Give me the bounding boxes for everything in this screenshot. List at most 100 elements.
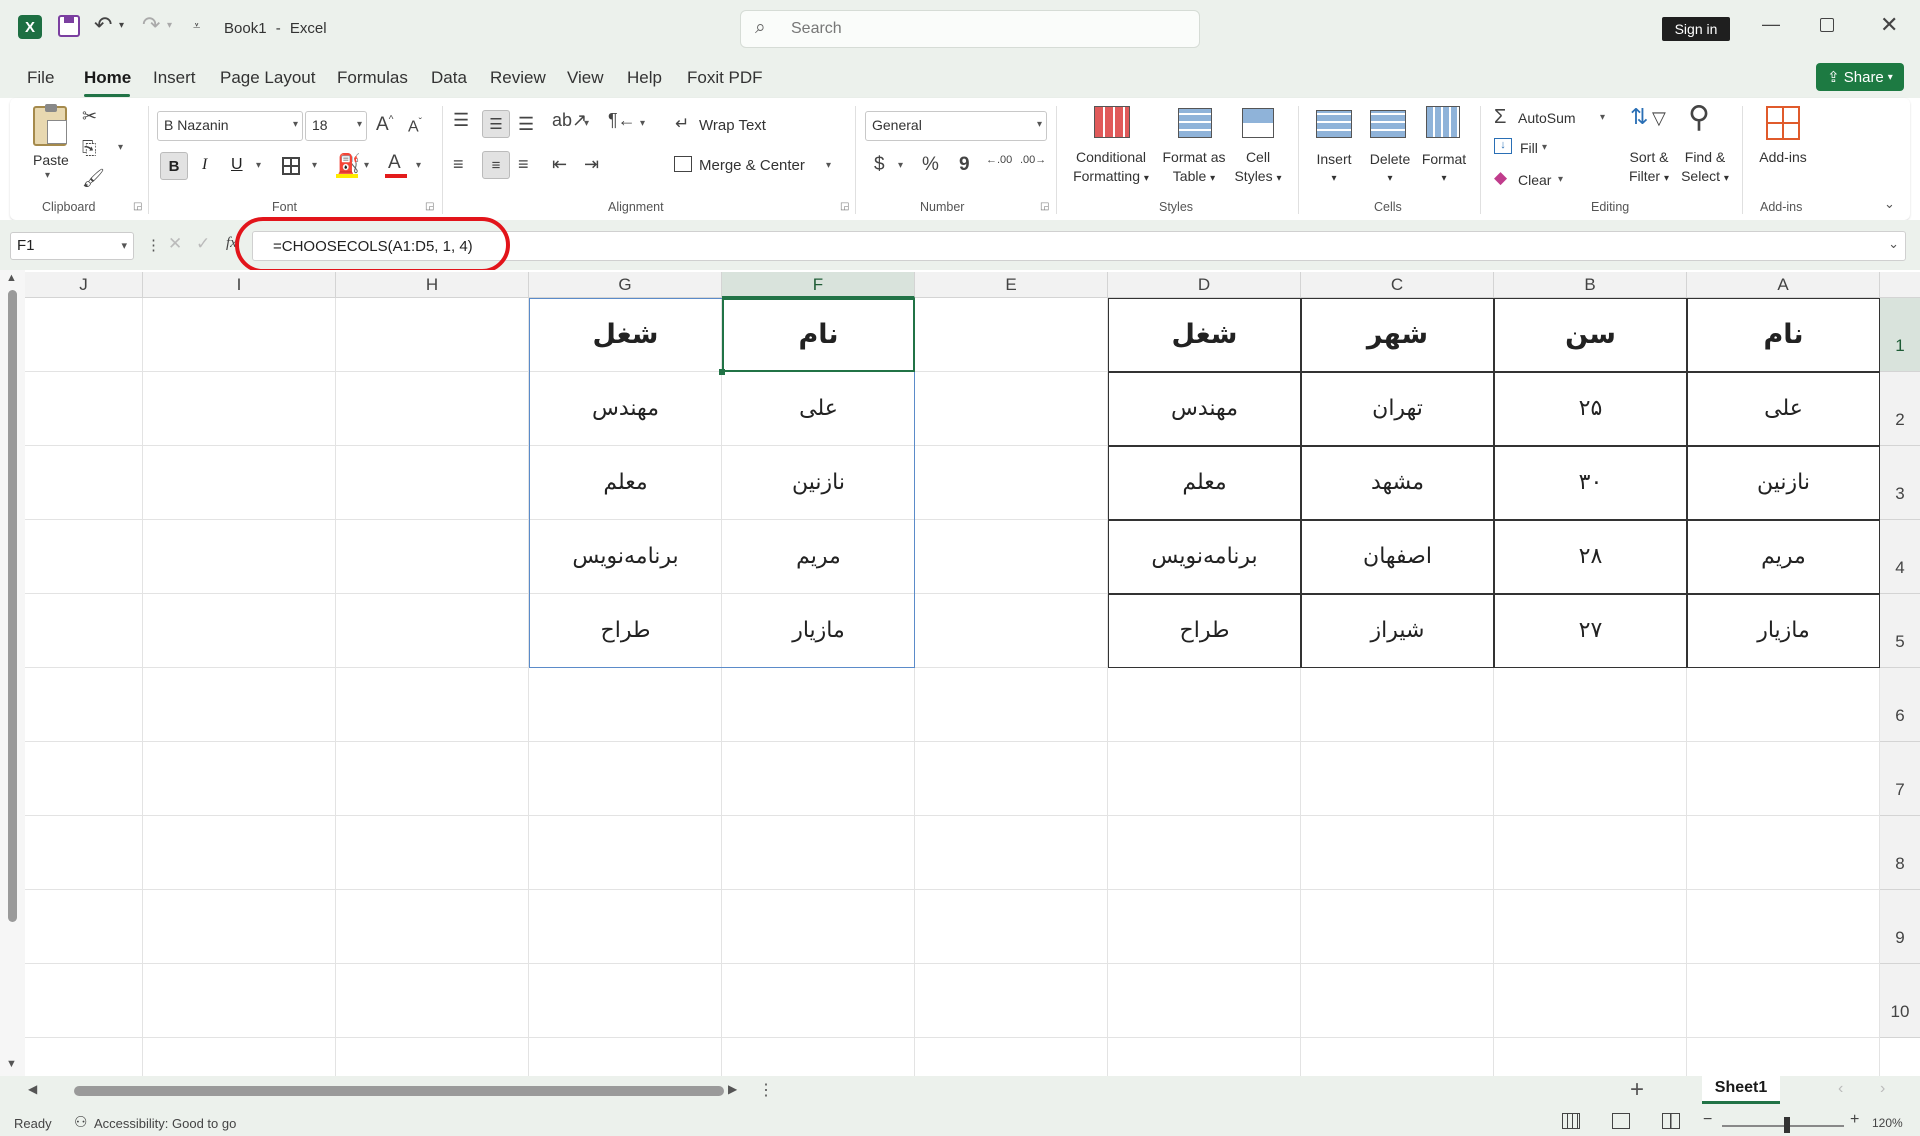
font-color-dropdown-icon[interactable]: ▾ bbox=[416, 160, 421, 171]
number-launcher-icon[interactable]: ◲ bbox=[1040, 201, 1049, 212]
increase-font-icon[interactable]: A^ bbox=[376, 114, 393, 136]
zoom-slider[interactable] bbox=[1722, 1125, 1844, 1127]
paste-label[interactable]: Paste bbox=[33, 152, 69, 168]
column-header-b[interactable]: B bbox=[1494, 272, 1687, 298]
format-painter-icon[interactable]: 🖌 bbox=[82, 166, 105, 190]
row-header-2[interactable]: 2 bbox=[1880, 372, 1920, 446]
corner-select-all[interactable] bbox=[1880, 272, 1920, 298]
redo-icon[interactable]: ↷ bbox=[142, 12, 160, 38]
delete-cells-button[interactable]: Delete ▾ bbox=[1362, 150, 1418, 188]
vertical-scroll-thumb[interactable] bbox=[8, 290, 17, 922]
align-top-icon[interactable]: ☰ bbox=[453, 108, 469, 132]
prev-sheet-icon[interactable]: ‹ bbox=[1838, 1080, 1843, 1098]
merge-center-button[interactable]: Merge & Center bbox=[699, 157, 805, 174]
scroll-up-icon[interactable]: ▲ bbox=[6, 272, 17, 284]
scroll-left-icon[interactable]: ◀ bbox=[28, 1082, 37, 1096]
name-box[interactable]: F1 ▾ bbox=[10, 232, 134, 260]
tab-foxit-pdf[interactable]: Foxit PDF bbox=[687, 68, 763, 88]
zoom-slider-handle[interactable] bbox=[1784, 1117, 1790, 1133]
undo-icon[interactable]: ↶ bbox=[94, 12, 112, 38]
cell-styles-icon[interactable] bbox=[1242, 108, 1274, 138]
number-format-select[interactable]: General ▾ bbox=[865, 111, 1047, 141]
row-header-8[interactable]: 8 bbox=[1880, 816, 1920, 890]
add-ins-icon[interactable] bbox=[1766, 106, 1800, 140]
eraser-icon[interactable]: ◆ bbox=[1494, 168, 1507, 188]
align-middle-icon[interactable]: ☰ bbox=[482, 110, 510, 138]
fill-color-dropdown-icon[interactable]: ▾ bbox=[364, 160, 369, 171]
align-center-icon[interactable]: ≡ bbox=[482, 151, 510, 179]
row-header-10[interactable]: 10 bbox=[1880, 964, 1920, 1038]
row-header-1[interactable]: 1 bbox=[1880, 298, 1920, 372]
autosum-icon[interactable]: Σ bbox=[1494, 106, 1506, 129]
scroll-down-icon[interactable]: ▼ bbox=[6, 1058, 17, 1070]
copy-icon[interactable]: ⎘ bbox=[82, 136, 96, 160]
copy-dropdown-icon[interactable]: ▾ bbox=[118, 142, 123, 153]
column-header-f[interactable]: F bbox=[722, 272, 915, 298]
insert-cells-button[interactable]: Insert ▾ bbox=[1306, 150, 1362, 188]
conditional-formatting-button[interactable]: Conditional Formatting ▾ bbox=[1066, 148, 1156, 188]
conditional-formatting-icon[interactable] bbox=[1094, 106, 1130, 138]
zoom-in-icon[interactable]: + bbox=[1850, 1111, 1859, 1129]
direction-dropdown-icon[interactable]: ▾ bbox=[640, 118, 645, 129]
tab-insert[interactable]: Insert bbox=[153, 68, 196, 88]
fill-icon[interactable]: ↓ bbox=[1494, 138, 1512, 154]
zoom-level[interactable]: 120% bbox=[1872, 1116, 1903, 1130]
column-header-e[interactable]: E bbox=[915, 272, 1108, 298]
decrease-indent-icon[interactable]: ⇤ bbox=[552, 152, 567, 176]
paste-dropdown-icon[interactable]: ▾ bbox=[45, 170, 50, 181]
row-header-6[interactable]: 6 bbox=[1880, 668, 1920, 742]
delete-cells-icon[interactable] bbox=[1370, 110, 1406, 138]
align-bottom-icon[interactable]: ☰ bbox=[518, 112, 534, 136]
row-header-9[interactable]: 9 bbox=[1880, 890, 1920, 964]
column-header-d[interactable]: D bbox=[1108, 272, 1301, 298]
align-right-icon[interactable]: ≡ bbox=[518, 152, 529, 176]
increase-indent-icon[interactable]: ⇥ bbox=[584, 152, 599, 176]
restore-icon[interactable] bbox=[1820, 18, 1834, 32]
decrease-font-icon[interactable]: Aˇ bbox=[408, 117, 422, 136]
share-button[interactable]: ⇪ Share ▾ bbox=[1816, 63, 1904, 91]
format-cells-button[interactable]: Format ▾ bbox=[1416, 150, 1472, 188]
clear-dropdown-icon[interactable]: ▾ bbox=[1558, 174, 1563, 185]
horizontal-scroll-thumb[interactable] bbox=[74, 1086, 724, 1096]
fill-button[interactable]: Fill bbox=[1520, 140, 1538, 156]
close-icon[interactable]: ✕ bbox=[1880, 12, 1898, 38]
underline-dropdown-icon[interactable]: ▾ bbox=[256, 160, 261, 171]
clipboard-launcher-icon[interactable]: ◲ bbox=[133, 201, 142, 212]
sort-filter-button[interactable]: Sort & Filter ▾ bbox=[1618, 148, 1680, 188]
page-break-view-icon[interactable] bbox=[1662, 1113, 1680, 1129]
more-icon[interactable]: ⋮ bbox=[146, 236, 161, 254]
clear-button[interactable]: Clear bbox=[1518, 172, 1551, 188]
add-ins-button[interactable]: Add-ins bbox=[1756, 148, 1810, 167]
tab-review[interactable]: Review bbox=[490, 68, 546, 88]
page-layout-view-icon[interactable] bbox=[1612, 1113, 1630, 1129]
customize-qat-icon[interactable]: ⩡ bbox=[193, 18, 200, 34]
autosum-button[interactable]: AutoSum bbox=[1518, 110, 1576, 126]
zoom-out-icon[interactable]: − bbox=[1703, 1111, 1712, 1129]
more-icon[interactable]: ⋮ bbox=[758, 1080, 774, 1100]
alignment-launcher-icon[interactable]: ◲ bbox=[840, 201, 849, 212]
decrease-decimal-button[interactable]: .00→ bbox=[1020, 154, 1046, 166]
tab-file[interactable]: File bbox=[27, 68, 54, 88]
tab-data[interactable]: Data bbox=[431, 68, 467, 88]
row-header-3[interactable]: 3 bbox=[1880, 446, 1920, 520]
sheet-tab-sheet1[interactable]: Sheet1 bbox=[1702, 1074, 1780, 1104]
orientation-icon[interactable]: ab↗ bbox=[552, 108, 587, 132]
tab-view[interactable]: View bbox=[567, 68, 604, 88]
paste-icon[interactable] bbox=[33, 104, 67, 146]
tab-formulas[interactable]: Formulas bbox=[337, 68, 408, 88]
format-as-table-button[interactable]: Format as Table ▾ bbox=[1158, 148, 1230, 188]
row-header-4[interactable]: 4 bbox=[1880, 520, 1920, 594]
borders-dropdown-icon[interactable]: ▾ bbox=[312, 160, 317, 171]
font-color-icon[interactable]: A bbox=[388, 152, 401, 174]
confirm-entry-icon[interactable]: ✓ bbox=[196, 234, 210, 254]
accessibility-status[interactable]: Accessibility: Good to go bbox=[94, 1116, 236, 1131]
column-header-i[interactable]: I bbox=[143, 272, 336, 298]
find-select-icon[interactable]: ⚲ bbox=[1688, 100, 1710, 135]
find-select-button[interactable]: Find & Select ▾ bbox=[1674, 148, 1736, 188]
scroll-right-icon[interactable]: ▶ bbox=[728, 1082, 737, 1096]
fill-color-icon[interactable]: ⛽ bbox=[337, 152, 361, 176]
wrap-text-button[interactable]: Wrap Text bbox=[699, 117, 766, 134]
tab-home[interactable]: Home bbox=[84, 68, 131, 88]
increase-decimal-button[interactable]: ←.00 bbox=[986, 154, 1012, 166]
column-header-a[interactable]: A bbox=[1687, 272, 1880, 298]
